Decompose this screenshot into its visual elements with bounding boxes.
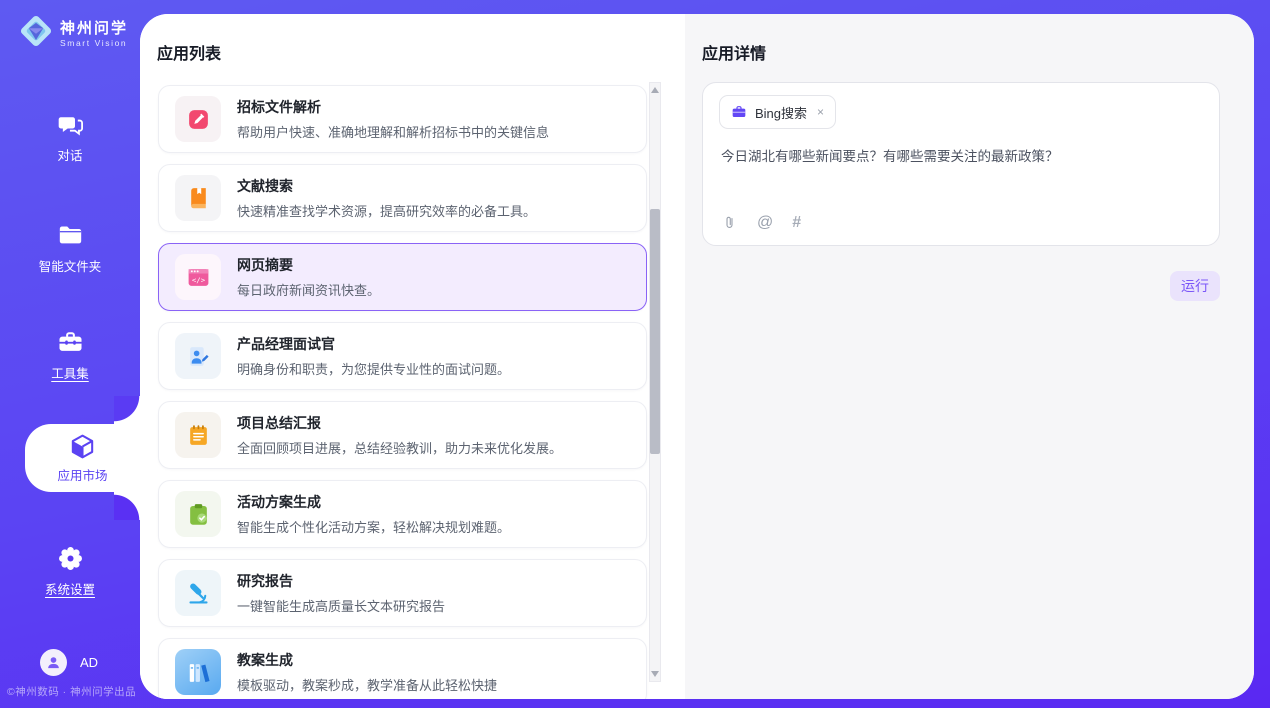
brand-name: 神州问学 — [60, 20, 128, 38]
edit-square-icon — [175, 96, 221, 142]
sidebar-item-tools[interactable]: 工具集 — [0, 328, 140, 382]
tool-chip-bing-search[interactable]: Bing搜索 × — [719, 95, 836, 129]
user-initials: AD — [80, 655, 98, 670]
book-icon — [175, 175, 221, 221]
sidebar-item-label: 智能文件夹 — [39, 256, 102, 275]
app-card-5[interactable]: 活动方案生成智能生成个性化活动方案，轻松解决规划难题。 — [158, 480, 647, 548]
copyright-note: ©神州数码 · 神州问学出品 — [7, 684, 140, 699]
app-card-description: 全面回顾项目进展，总结经验教训，助力未来优化发展。 — [237, 438, 562, 457]
svg-text:</>: </> — [191, 275, 205, 284]
app-card-description: 智能生成个性化活动方案，轻松解决规划难题。 — [237, 517, 510, 536]
browser-code-icon: </> — [175, 254, 221, 300]
chat-icon — [57, 110, 84, 138]
app-card-title: 网页摘要 — [237, 255, 380, 275]
app-card-title: 教案生成 — [237, 650, 497, 670]
app-card-description: 帮助用户快速、准确地理解和解析招标书中的关键信息 — [237, 122, 549, 141]
paperclip-icon[interactable] — [721, 214, 738, 231]
app-card-description: 每日政府新闻资讯快查。 — [237, 280, 380, 299]
app-card-description: 一键智能生成高质量长文本研究报告 — [237, 596, 445, 615]
brand-subtitle: Smart Vision — [60, 38, 128, 48]
active-tab-notch-bottom — [114, 492, 140, 520]
active-tab-notch-top — [114, 396, 140, 424]
folder-icon — [57, 221, 84, 249]
interviewer-icon — [175, 333, 221, 379]
toolbox-icon — [57, 328, 84, 356]
app-card-title: 招标文件解析 — [237, 97, 549, 117]
sidebar-item-label: 对话 — [57, 145, 82, 164]
query-input-card[interactable]: Bing搜索 × 今日湖北有哪些新闻要点？有哪些需要关注的最新政策？ @ # — [702, 82, 1220, 246]
app-card-description: 模板驱动，教案秒成，教学准备从此轻松快捷 — [237, 675, 497, 694]
sidebar-item-settings[interactable]: 系统设置 — [0, 544, 140, 598]
scroll-down-icon[interactable] — [651, 671, 659, 677]
notepad-icon — [175, 412, 221, 458]
mention-at-icon[interactable]: @ — [757, 214, 773, 231]
scroll-up-icon[interactable] — [651, 87, 659, 93]
app-card-title: 产品经理面试官 — [237, 334, 510, 354]
app-list-title: 应用列表 — [157, 40, 221, 64]
app-card-description: 快速精准查找学术资源，提高研究效率的必备工具。 — [237, 201, 536, 220]
sidebar-item-market[interactable]: 应用市场 — [25, 424, 140, 492]
gem-logo-icon — [18, 12, 54, 55]
sidebar-item-folders[interactable]: 智能文件夹 — [0, 221, 140, 275]
scrollbar[interactable] — [649, 82, 661, 682]
app-card-1[interactable]: 文献搜索快速精准查找学术资源，提高研究效率的必备工具。 — [158, 164, 647, 232]
sidebar-item-label: 应用市场 — [57, 465, 107, 484]
chip-close-icon[interactable]: × — [817, 105, 824, 119]
query-text[interactable]: 今日湖北有哪些新闻要点？有哪些需要关注的最新政策？ — [721, 147, 1201, 167]
app-card-title: 文献搜索 — [237, 176, 536, 196]
gear-icon — [57, 544, 84, 572]
microscope-icon — [175, 570, 221, 616]
scrollbar-thumb[interactable] — [650, 209, 660, 454]
app-card-description: 明确身份和职责，为您提供专业性的面试问题。 — [237, 359, 510, 378]
app-card-4[interactable]: 项目总结汇报全面回顾项目进展，总结经验教训，助力未来优化发展。 — [158, 401, 647, 469]
app-card-title: 项目总结汇报 — [237, 413, 562, 433]
app-card-title: 活动方案生成 — [237, 492, 510, 512]
app-card-0[interactable]: 招标文件解析帮助用户快速、准确地理解和解析招标书中的关键信息 — [158, 85, 647, 153]
app-card-2[interactable]: </> 网页摘要每日政府新闻资讯快查。 — [158, 243, 647, 311]
sidebar: 神州问学 Smart Vision 对话智能文件夹工具集应用市场系统设置 AD … — [0, 0, 140, 708]
clipboard-check-icon — [175, 491, 221, 537]
hash-icon[interactable]: # — [792, 214, 801, 231]
app-card-title: 研究报告 — [237, 571, 445, 591]
app-card-7[interactable]: 教案生成模板驱动，教案秒成，教学准备从此轻松快捷 — [158, 638, 647, 699]
app-list-panel: 应用列表 招标文件解析帮助用户快速、准确地理解和解析招标书中的关键信息文献搜索快… — [140, 14, 685, 699]
sidebar-item-label: 工具集 — [51, 363, 89, 382]
brand-logo: 神州问学 Smart Vision — [18, 12, 128, 55]
app-detail-panel: 应用详情 Bing搜索 × 今日湖北有哪些新闻要点？有哪些需要关注的最新政策？ — [685, 14, 1254, 699]
books-icon — [175, 649, 221, 695]
sidebar-item-label: 系统设置 — [45, 579, 95, 598]
cube-icon — [68, 433, 97, 461]
tool-chip-label: Bing搜索 — [755, 103, 807, 122]
briefcase-icon — [731, 104, 747, 120]
app-card-3[interactable]: 产品经理面试官明确身份和职责，为您提供专业性的面试问题。 — [158, 322, 647, 390]
run-button[interactable]: 运行 — [1170, 271, 1220, 301]
app-detail-title: 应用详情 — [702, 40, 766, 64]
sidebar-item-chat[interactable]: 对话 — [0, 110, 140, 164]
attachment-toolbar: @ # — [721, 214, 801, 231]
user-avatar-icon — [40, 649, 67, 676]
app-card-6[interactable]: 研究报告一键智能生成高质量长文本研究报告 — [158, 559, 647, 627]
user-row[interactable]: AD — [40, 649, 98, 676]
content-area: 应用列表 招标文件解析帮助用户快速、准确地理解和解析招标书中的关键信息文献搜索快… — [140, 14, 1254, 699]
